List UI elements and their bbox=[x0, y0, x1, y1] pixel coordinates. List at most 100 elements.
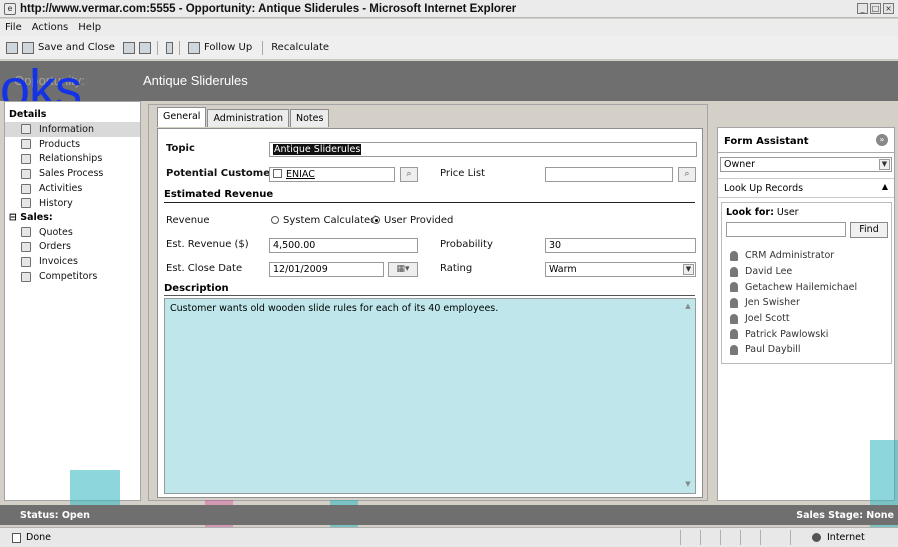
nav-item-quotes[interactable]: Quotes bbox=[5, 225, 140, 240]
radio-selected-icon bbox=[372, 216, 380, 224]
menu-help[interactable]: Help bbox=[78, 22, 101, 33]
nav-item-label: Sales Process bbox=[39, 168, 104, 180]
nav-item-activities[interactable]: Activities bbox=[5, 181, 140, 196]
revenue-radio-user[interactable]: User Provided bbox=[372, 215, 453, 226]
probability-field[interactable]: 30 bbox=[545, 238, 696, 253]
potential-customer-value[interactable]: ENIAC bbox=[286, 169, 315, 180]
general-form-panel: Topic Antique Sliderules Potential Custo… bbox=[157, 128, 703, 498]
save-icon[interactable] bbox=[6, 41, 18, 54]
attach-icon[interactable] bbox=[165, 41, 173, 54]
sales-process-icon bbox=[21, 168, 31, 179]
rating-select[interactable]: Warm ▼ bbox=[545, 262, 696, 277]
customer-lookup-icon[interactable]: ⌕ bbox=[400, 167, 418, 182]
list-item[interactable]: Jen Swisher bbox=[730, 295, 857, 311]
recalculate-label: Recalculate bbox=[271, 42, 330, 53]
page-title: Antique Sliderules bbox=[143, 73, 248, 88]
tab-strip: General Administration Notes bbox=[157, 107, 330, 127]
nav-item-invoices[interactable]: Invoices bbox=[5, 254, 140, 269]
follow-up-button[interactable]: Follow Up bbox=[187, 41, 252, 54]
new-record-icon[interactable] bbox=[122, 41, 135, 54]
topic-field[interactable]: Antique Sliderules bbox=[269, 142, 697, 157]
nav-section-details: Details bbox=[9, 109, 47, 120]
revenue-option-system-label: System Calculated bbox=[283, 215, 377, 226]
tab-general[interactable]: General bbox=[157, 107, 207, 127]
save-close-icon bbox=[22, 41, 34, 54]
revenue-label: Revenue bbox=[166, 215, 210, 226]
revenue-radio-system[interactable]: System Calculated bbox=[271, 215, 377, 226]
assistant-field-value: Owner bbox=[724, 159, 756, 170]
security-zone: Internet bbox=[812, 532, 865, 543]
user-icon bbox=[730, 266, 738, 277]
minimize-icon[interactable]: _ bbox=[857, 3, 868, 14]
lookup-search-input[interactable] bbox=[726, 222, 846, 237]
estimated-revenue-heading: Estimated Revenue bbox=[164, 189, 274, 200]
record-status-bar: Status: Open Sales Stage: None bbox=[0, 505, 898, 525]
account-icon bbox=[273, 169, 282, 178]
list-item[interactable]: David Lee bbox=[730, 264, 857, 280]
nav-item-label: Orders bbox=[39, 241, 71, 253]
section-divider bbox=[164, 295, 695, 296]
user-icon bbox=[730, 250, 738, 261]
find-button[interactable]: Find bbox=[850, 222, 888, 238]
user-icon bbox=[730, 297, 738, 308]
window-title: http://www.vermar.com:5555 - Opportunity… bbox=[20, 2, 517, 15]
status-divider bbox=[700, 530, 701, 545]
save-and-close-button[interactable]: Save and Close bbox=[22, 41, 115, 54]
sales-stage: Sales Stage: None bbox=[796, 510, 894, 521]
nav-item-competitors[interactable]: Competitors bbox=[5, 269, 140, 284]
user-name: Patrick Pawlowski bbox=[745, 328, 829, 340]
price-list-field[interactable] bbox=[545, 167, 673, 182]
collapse-icon: ▲ bbox=[881, 182, 888, 191]
price-list-lookup-icon[interactable]: ⌕ bbox=[678, 167, 696, 182]
scroll-up-icon[interactable]: ▲ bbox=[682, 302, 694, 312]
est-close-date-field[interactable]: 12/01/2009 bbox=[269, 262, 384, 277]
list-item[interactable]: Paul Daybill bbox=[730, 342, 857, 358]
nav-item-sales-process[interactable]: Sales Process bbox=[5, 166, 140, 181]
nav-section-sales[interactable]: ⊟ Sales: bbox=[5, 211, 140, 225]
est-revenue-field[interactable]: 4,500.00 bbox=[269, 238, 418, 253]
done-label: Done bbox=[26, 532, 51, 543]
products-icon bbox=[21, 139, 31, 150]
nav-item-products[interactable]: Products bbox=[5, 137, 140, 152]
close-icon[interactable]: × bbox=[883, 3, 894, 14]
look-up-records-header[interactable]: Look Up Records ▲ bbox=[718, 178, 894, 198]
potential-customer-field[interactable]: ENIAC bbox=[269, 167, 395, 182]
nav-item-history[interactable]: History bbox=[5, 196, 140, 211]
nav-item-label: Competitors bbox=[39, 271, 98, 283]
scroll-down-icon[interactable]: ▼ bbox=[682, 480, 694, 490]
nav-item-label: Invoices bbox=[39, 256, 78, 268]
nav-item-information[interactable]: Information bbox=[5, 122, 140, 137]
tab-administration[interactable]: Administration bbox=[207, 109, 289, 127]
collapse-assistant-icon[interactable]: » bbox=[876, 134, 888, 146]
menu-file[interactable]: File bbox=[5, 22, 22, 33]
list-item[interactable]: Getachew Hailemichael bbox=[730, 279, 857, 295]
description-scrollbar[interactable]: ▲ ▼ bbox=[682, 300, 694, 492]
section-divider bbox=[164, 202, 695, 203]
look-for-row: Look for: User bbox=[726, 207, 799, 218]
record-status: Status: Open bbox=[20, 510, 90, 521]
maximize-icon[interactable]: □ bbox=[870, 3, 881, 14]
description-textarea[interactable]: Customer wants old wooden slide rules fo… bbox=[164, 298, 696, 494]
toolbar-separator bbox=[178, 40, 180, 55]
toolbar: Save and Close Follow Up Recalculate bbox=[0, 36, 898, 60]
print-icon[interactable] bbox=[138, 41, 151, 54]
revenue-option-user-label: User Provided bbox=[384, 215, 454, 226]
list-item[interactable]: Joel Scott bbox=[730, 311, 857, 327]
tab-notes[interactable]: Notes bbox=[289, 109, 330, 127]
toolbar-separator bbox=[156, 40, 158, 55]
assistant-field-select[interactable]: Owner ▼ bbox=[720, 157, 892, 172]
list-item[interactable]: CRM Administrator bbox=[730, 248, 857, 264]
rating-value: Warm bbox=[549, 264, 577, 275]
window-titlebar: e http://www.vermar.com:5555 - Opportuni… bbox=[0, 0, 898, 18]
history-icon bbox=[21, 198, 31, 209]
look-up-records-label: Look Up Records bbox=[724, 183, 804, 194]
menu-actions[interactable]: Actions bbox=[32, 22, 69, 33]
nav-item-orders[interactable]: Orders bbox=[5, 240, 140, 255]
list-item[interactable]: Patrick Pawlowski bbox=[730, 326, 857, 342]
recalculate-button[interactable]: Recalculate bbox=[271, 42, 329, 53]
description-text: Customer wants old wooden slide rules fo… bbox=[170, 303, 499, 314]
calendar-icon[interactable]: ▦▾ bbox=[388, 262, 418, 277]
nav-item-relationships[interactable]: Relationships bbox=[5, 152, 140, 167]
look-for-label: Look for: bbox=[726, 207, 774, 218]
est-revenue-label: Est. Revenue ($) bbox=[166, 239, 249, 250]
